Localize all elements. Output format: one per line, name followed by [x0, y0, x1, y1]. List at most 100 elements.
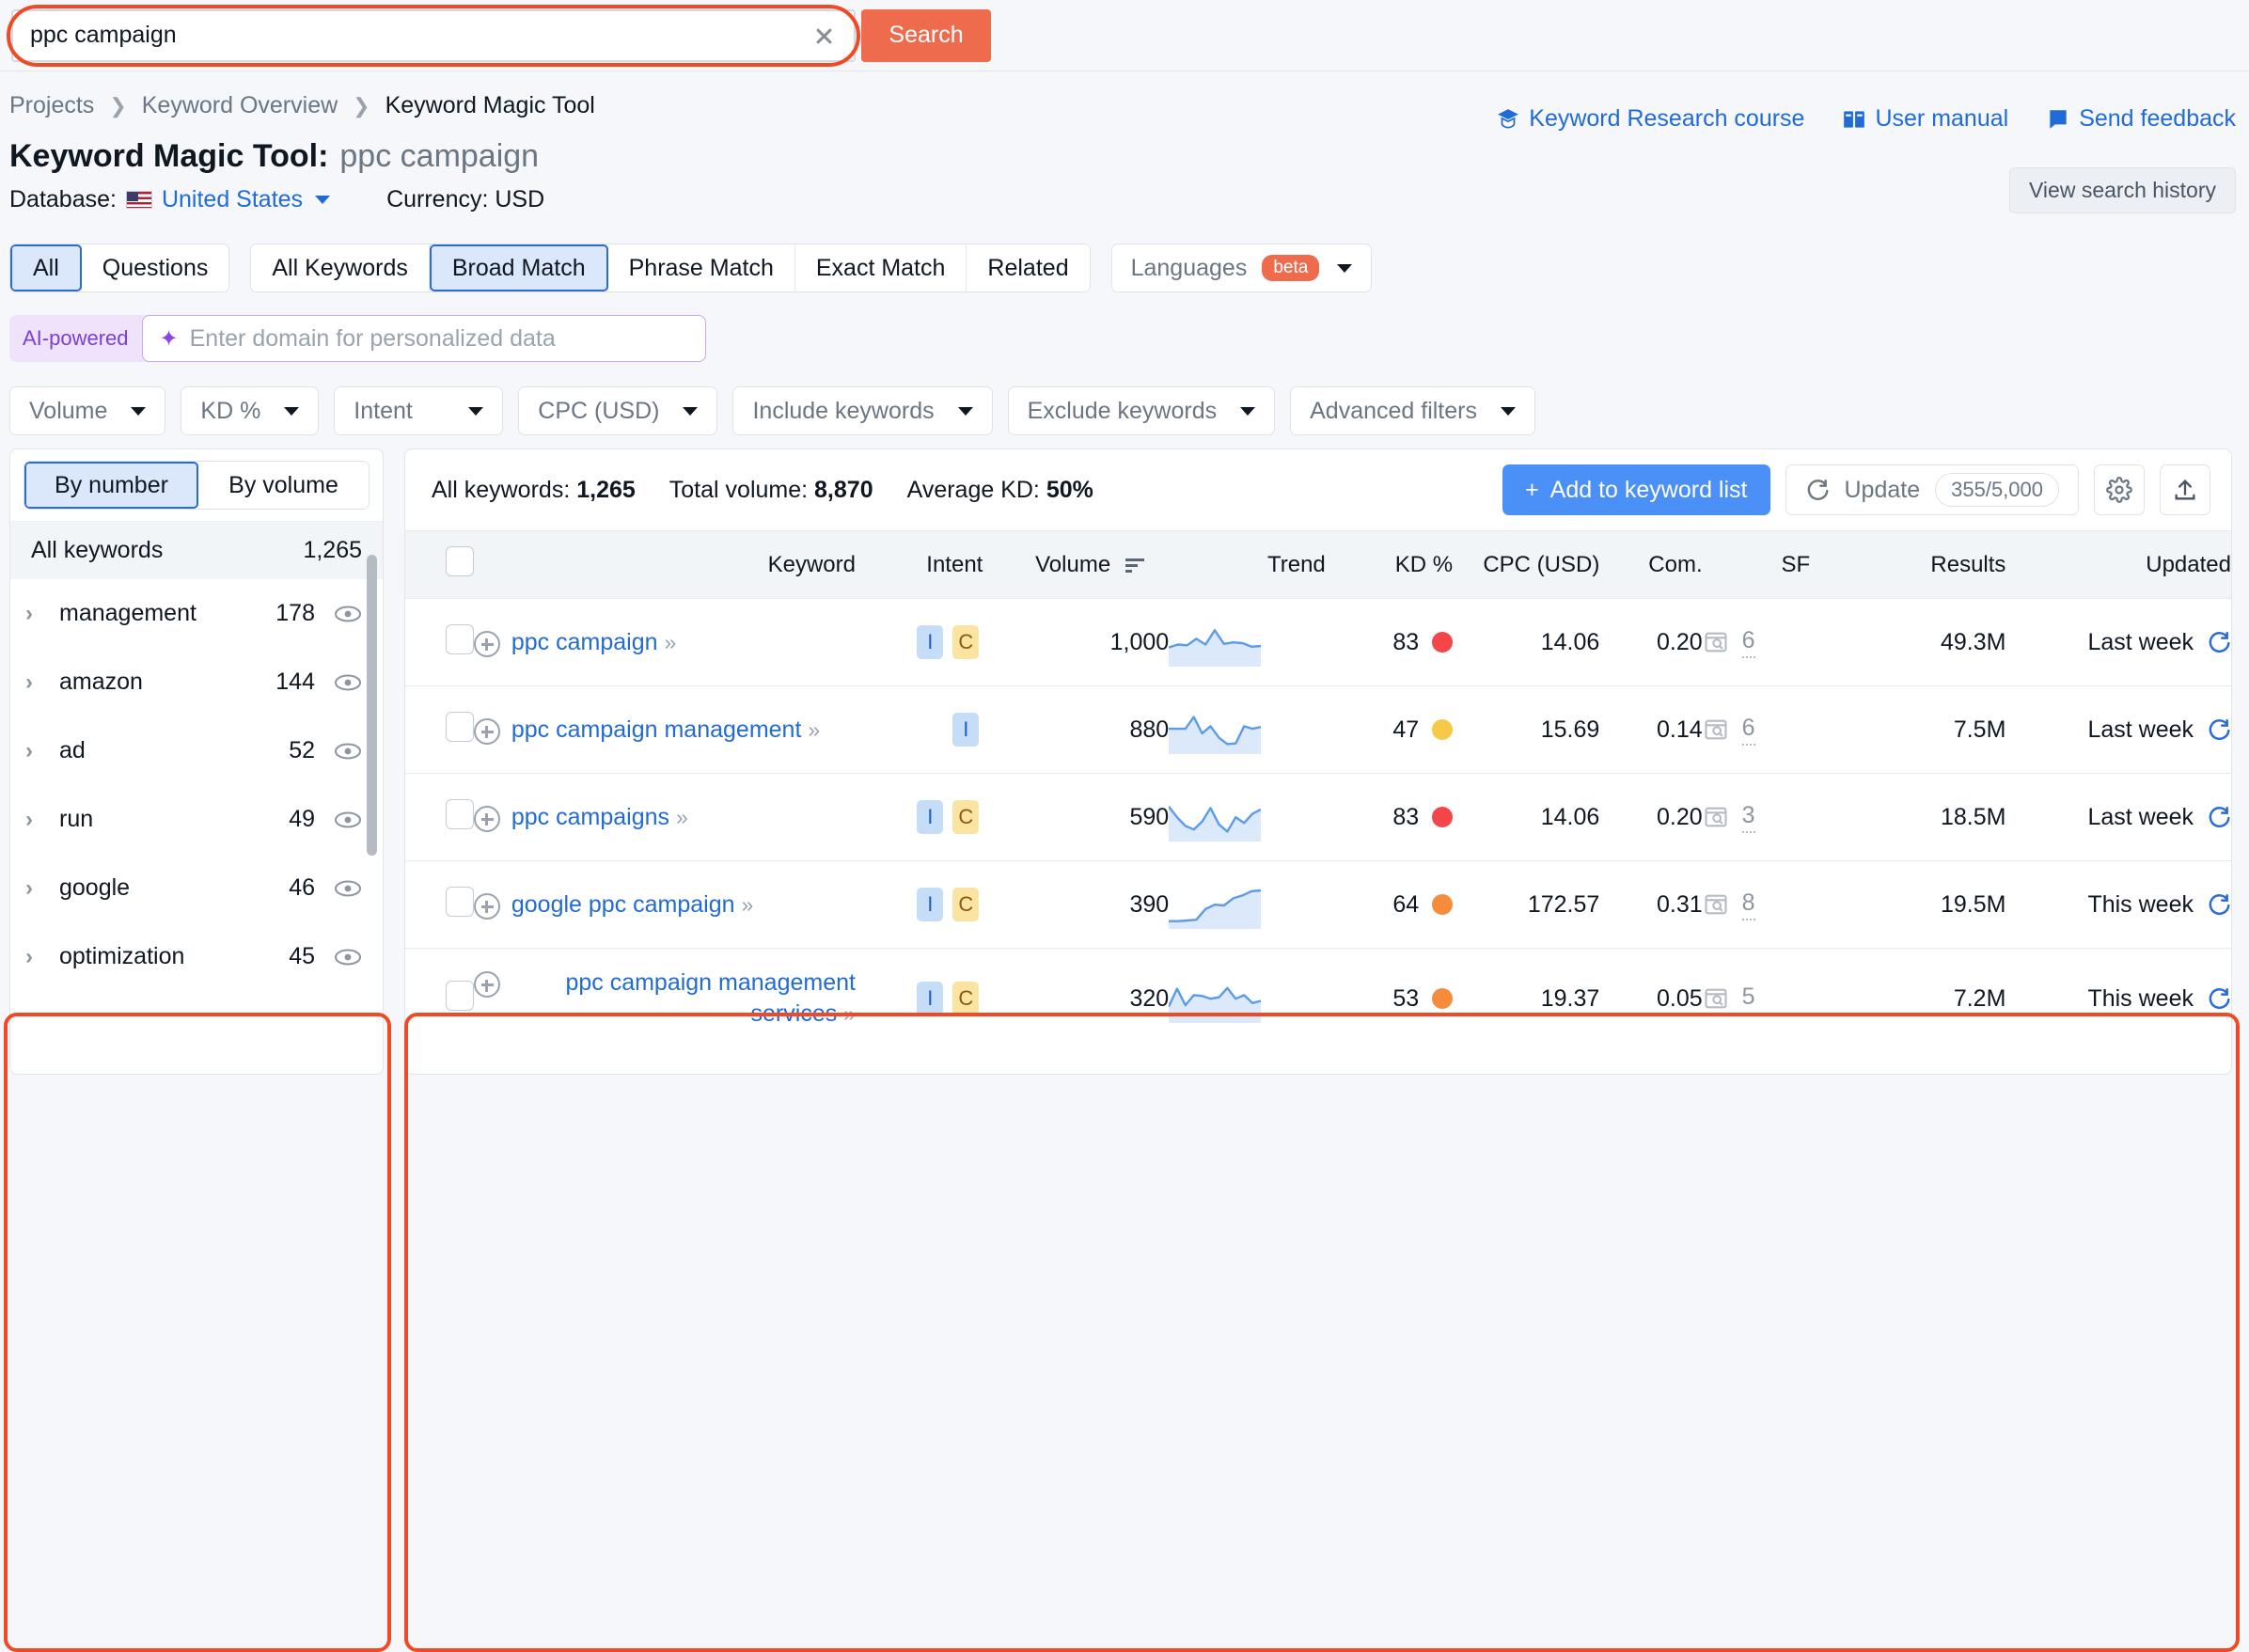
intent-badge-i[interactable]: I — [917, 800, 944, 834]
eye-icon[interactable] — [334, 673, 362, 692]
row-sf-value[interactable]: 6 — [1741, 627, 1755, 658]
row-checkbox[interactable] — [445, 623, 474, 654]
plus-circle-icon[interactable] — [473, 971, 500, 998]
double-chevron-right-icon[interactable]: » — [676, 805, 688, 829]
refresh-icon[interactable] — [2207, 986, 2231, 1011]
serp-features-icon[interactable] — [1703, 985, 1729, 1012]
row-sf-value[interactable]: 8 — [1741, 889, 1755, 920]
tab-exact-match[interactable]: Exact Match — [794, 244, 967, 291]
sidebar-group-item[interactable]: › ad 52 — [10, 716, 383, 785]
row-sf-value[interactable]: 6 — [1741, 715, 1755, 746]
send-feedback-link[interactable]: Send feedback — [2046, 105, 2236, 133]
row-keyword-link[interactable]: ppc campaign » — [511, 627, 676, 658]
intent-badge-i[interactable]: I — [952, 713, 980, 747]
table-row[interactable]: ppc campaign » I C 1,000 83 14.06 0.20 6 49.3M La… — [405, 598, 2231, 686]
intent-badge-i[interactable]: I — [917, 982, 944, 1015]
column-com[interactable]: Com. — [1599, 530, 1703, 599]
keyword-research-course-link[interactable]: Keyword Research course — [1496, 105, 1804, 133]
view-search-history-button[interactable]: View search history — [2009, 167, 2236, 213]
filter-kd[interactable]: KD % — [181, 386, 320, 435]
filter-include-keywords[interactable]: Include keywords — [732, 386, 993, 435]
refresh-icon[interactable] — [2207, 892, 2231, 917]
intent-badge-c[interactable]: C — [952, 982, 980, 1015]
filter-volume[interactable]: Volume — [9, 386, 166, 435]
column-keyword[interactable]: Keyword — [473, 530, 856, 599]
refresh-icon[interactable] — [2207, 630, 2231, 654]
row-checkbox[interactable] — [445, 980, 474, 1011]
plus-circle-icon[interactable] — [473, 717, 500, 745]
intent-badge-c[interactable]: C — [952, 800, 980, 834]
plus-circle-icon[interactable] — [473, 805, 500, 832]
row-checkbox[interactable] — [445, 886, 474, 917]
column-kd[interactable]: KD % — [1325, 530, 1454, 599]
sidebar-group-item[interactable]: › management 178 — [10, 579, 383, 648]
eye-icon[interactable] — [334, 879, 362, 898]
refresh-icon[interactable] — [2207, 717, 2231, 742]
sidebar-group-item[interactable]: › google 46 — [10, 854, 383, 922]
serp-features-icon[interactable] — [1703, 891, 1729, 918]
row-checkbox[interactable] — [445, 798, 474, 829]
row-sf-value[interactable]: 5 — [1741, 983, 1755, 1015]
sidebar-scrollbar[interactable] — [367, 555, 377, 856]
row-keyword-link[interactable]: ppc campaign management » — [511, 715, 820, 746]
table-row[interactable]: google ppc campaign » I C 390 64 172.57 0.31 8 1… — [405, 860, 2231, 949]
row-sf-value[interactable]: 3 — [1741, 802, 1755, 833]
add-to-keyword-list-button[interactable]: + Add to keyword list — [1502, 464, 1770, 515]
search-button[interactable]: Search — [861, 8, 991, 62]
chevron-right-icon[interactable]: › — [25, 738, 46, 764]
search-input[interactable]: ppc campaign — [11, 8, 856, 62]
intent-badge-c[interactable]: C — [952, 888, 980, 921]
chevron-right-icon[interactable]: › — [25, 601, 46, 627]
eye-icon[interactable] — [334, 605, 362, 623]
eye-icon[interactable] — [334, 742, 362, 761]
chevron-right-icon[interactable]: › — [25, 807, 46, 833]
table-row[interactable]: ppc campaign management services » I C 320 5… — [405, 949, 2231, 1049]
column-sf[interactable]: SF — [1702, 530, 1811, 599]
double-chevron-right-icon[interactable]: » — [843, 1001, 856, 1026]
intent-badge-i[interactable]: I — [917, 888, 944, 921]
tab-phrase-match[interactable]: Phrase Match — [607, 244, 795, 291]
row-checkbox[interactable] — [445, 711, 474, 742]
tab-all[interactable]: All — [10, 244, 82, 291]
filter-advanced[interactable]: Advanced filters — [1290, 386, 1535, 435]
plus-circle-icon[interactable] — [473, 892, 500, 920]
database-country-select[interactable]: United States — [162, 186, 303, 213]
refresh-icon[interactable] — [2207, 805, 2231, 829]
user-manual-link[interactable]: User manual — [1842, 105, 2008, 133]
select-all-checkbox[interactable] — [445, 546, 474, 576]
settings-button[interactable] — [2094, 464, 2145, 515]
table-row[interactable]: ppc campaign management » I 880 47 15.69 0.14… — [405, 685, 2231, 774]
row-keyword-link[interactable]: google ppc campaign » — [511, 889, 753, 920]
languages-dropdown[interactable]: Languages beta — [1110, 244, 1373, 292]
row-keyword-link[interactable]: ppc campaign management services » — [511, 968, 856, 1030]
column-volume[interactable]: Volume — [983, 530, 1170, 599]
tab-questions[interactable]: Questions — [81, 244, 229, 291]
filter-exclude-keywords[interactable]: Exclude keywords — [1007, 386, 1276, 435]
chevron-down-icon[interactable] — [315, 196, 331, 204]
chevron-right-icon[interactable]: › — [25, 875, 46, 902]
serp-features-icon[interactable] — [1703, 716, 1729, 743]
intent-badge-c[interactable]: C — [952, 625, 980, 659]
table-row[interactable]: ppc campaigns » I C 590 83 14.06 0.20 3 18.5M Las… — [405, 773, 2231, 861]
double-chevron-right-icon[interactable]: » — [664, 630, 676, 654]
double-chevron-right-icon[interactable]: » — [808, 717, 820, 742]
row-keyword-link[interactable]: ppc campaigns » — [511, 802, 688, 833]
sidebar-tab-by-number[interactable]: By number — [24, 462, 198, 509]
breadcrumb-item-projects[interactable]: Projects — [9, 92, 94, 119]
export-button[interactable] — [2160, 464, 2210, 515]
double-chevron-right-icon[interactable]: » — [742, 892, 754, 917]
column-cpc[interactable]: CPC (USD) — [1453, 530, 1600, 599]
sidebar-item-all-keywords[interactable]: All keywords 1,265 — [10, 521, 383, 579]
eye-icon[interactable] — [334, 810, 362, 829]
column-intent[interactable]: Intent — [855, 530, 983, 599]
sidebar-group-item[interactable]: › run 49 — [10, 785, 383, 854]
sidebar-group-item[interactable]: › optimization 45 — [10, 922, 383, 991]
chevron-right-icon[interactable]: › — [25, 944, 46, 970]
serp-features-icon[interactable] — [1703, 629, 1729, 655]
sidebar-group-item[interactable]: › amazon 144 — [10, 648, 383, 716]
intent-badge-i[interactable]: I — [917, 625, 944, 659]
plus-circle-icon[interactable] — [473, 630, 500, 657]
filter-intent[interactable]: Intent — [334, 386, 504, 435]
tab-broad-match[interactable]: Broad Match — [429, 244, 608, 291]
serp-features-icon[interactable] — [1703, 804, 1729, 830]
